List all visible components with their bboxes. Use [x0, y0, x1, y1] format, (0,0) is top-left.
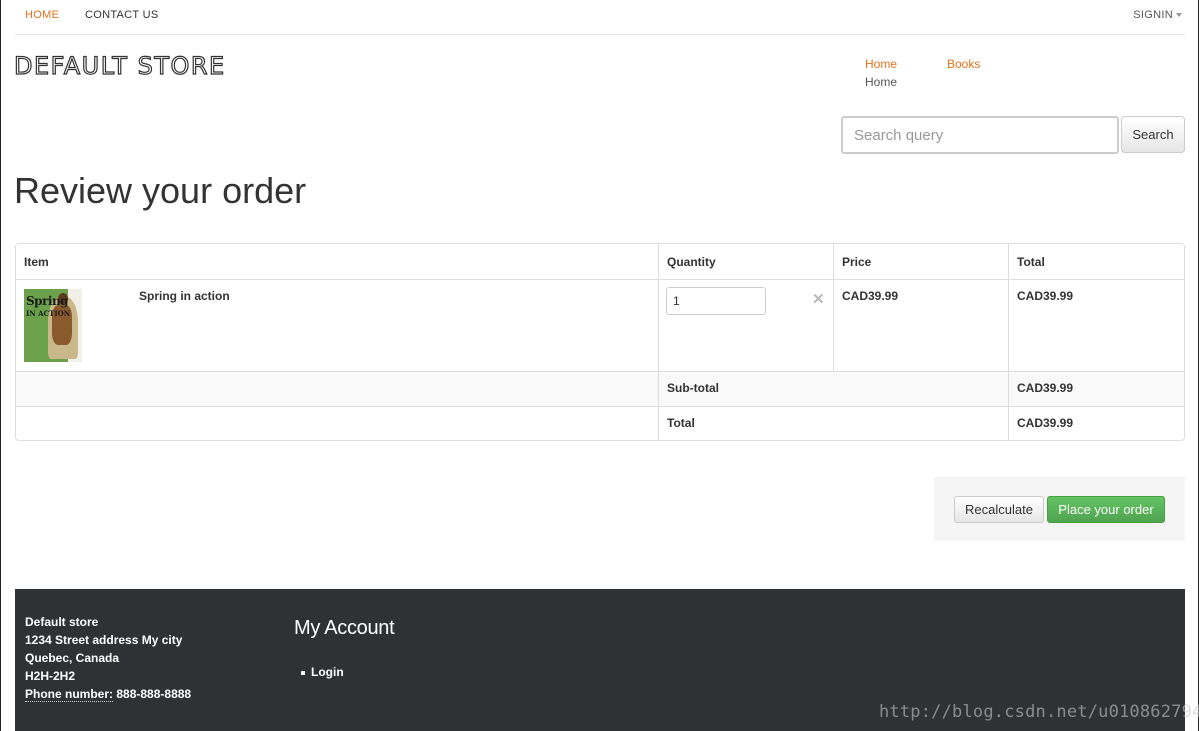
page-title: Review your order: [14, 170, 307, 211]
footer-address-line1: 1234 Street address My city: [25, 633, 183, 647]
footer-account-title: My Account: [294, 617, 395, 639]
column-divider: [833, 244, 834, 371]
phone-value: 888-888-8888: [116, 687, 192, 701]
item-price: CAD39.99: [842, 289, 899, 303]
divider: [15, 34, 1185, 35]
subtotal-label: Sub-total: [667, 381, 719, 395]
footer-postal-code: H2H-2H2: [25, 669, 76, 683]
footer-phone: Phone number: 888-888-8888: [25, 687, 192, 702]
phone-label: Phone number:: [25, 687, 114, 702]
store-logo[interactable]: DEFAULT STORE: [13, 51, 226, 80]
breadcrumb-current: Home: [865, 75, 898, 89]
recalculate-button[interactable]: Recalculate: [954, 496, 1044, 523]
footer-login-link[interactable]: Login: [301, 665, 344, 679]
book-cover-image[interactable]: Spring IN ACTION: [24, 289, 82, 362]
column-header-total: Total: [1017, 255, 1045, 269]
subtotal-value: CAD39.99: [1017, 381, 1074, 395]
remove-item-icon[interactable]: ✕: [812, 290, 825, 308]
place-order-button[interactable]: Place your order: [1047, 496, 1165, 523]
nav-signin-dropdown[interactable]: SIGNIN: [1133, 9, 1182, 21]
cover-title: Spring: [26, 294, 69, 308]
column-divider: [658, 244, 659, 440]
cover-subtitle: IN ACTION: [26, 309, 71, 318]
total-value: CAD39.99: [1017, 416, 1074, 430]
nav-home-link[interactable]: HOME: [25, 9, 59, 21]
form-actions: Recalculate Place your order: [934, 477, 1185, 541]
login-label: Login: [311, 665, 344, 679]
order-table: Item Quantity Price Total Spring IN ACTI…: [15, 243, 1185, 441]
bullet-icon: [301, 670, 305, 675]
total-label: Total: [667, 416, 695, 430]
caret-down-icon: [1176, 13, 1182, 18]
footer-address-line2: Quebec, Canada: [25, 651, 120, 665]
item-total: CAD39.99: [1017, 289, 1074, 303]
watermark: http://blog.csdn.net/u010862794: [879, 702, 1199, 722]
nav-contact-link[interactable]: CONTACT US: [85, 9, 159, 21]
item-name[interactable]: Spring in action: [139, 289, 230, 303]
column-header-item: Item: [24, 255, 49, 269]
footer-store-name: Default store: [25, 615, 99, 629]
category-home-link[interactable]: Home: [865, 57, 897, 71]
top-navbar: HOME CONTACT US SIGNIN: [1, 0, 1198, 32]
column-divider: [1008, 244, 1009, 440]
search-input[interactable]: [841, 116, 1119, 154]
search-button[interactable]: Search: [1121, 116, 1185, 153]
signin-label: SIGNIN: [1133, 9, 1173, 21]
category-books-link[interactable]: Books: [947, 57, 980, 71]
column-header-quantity: Quantity: [667, 255, 716, 269]
column-header-price: Price: [842, 255, 872, 269]
quantity-input[interactable]: [666, 287, 766, 315]
